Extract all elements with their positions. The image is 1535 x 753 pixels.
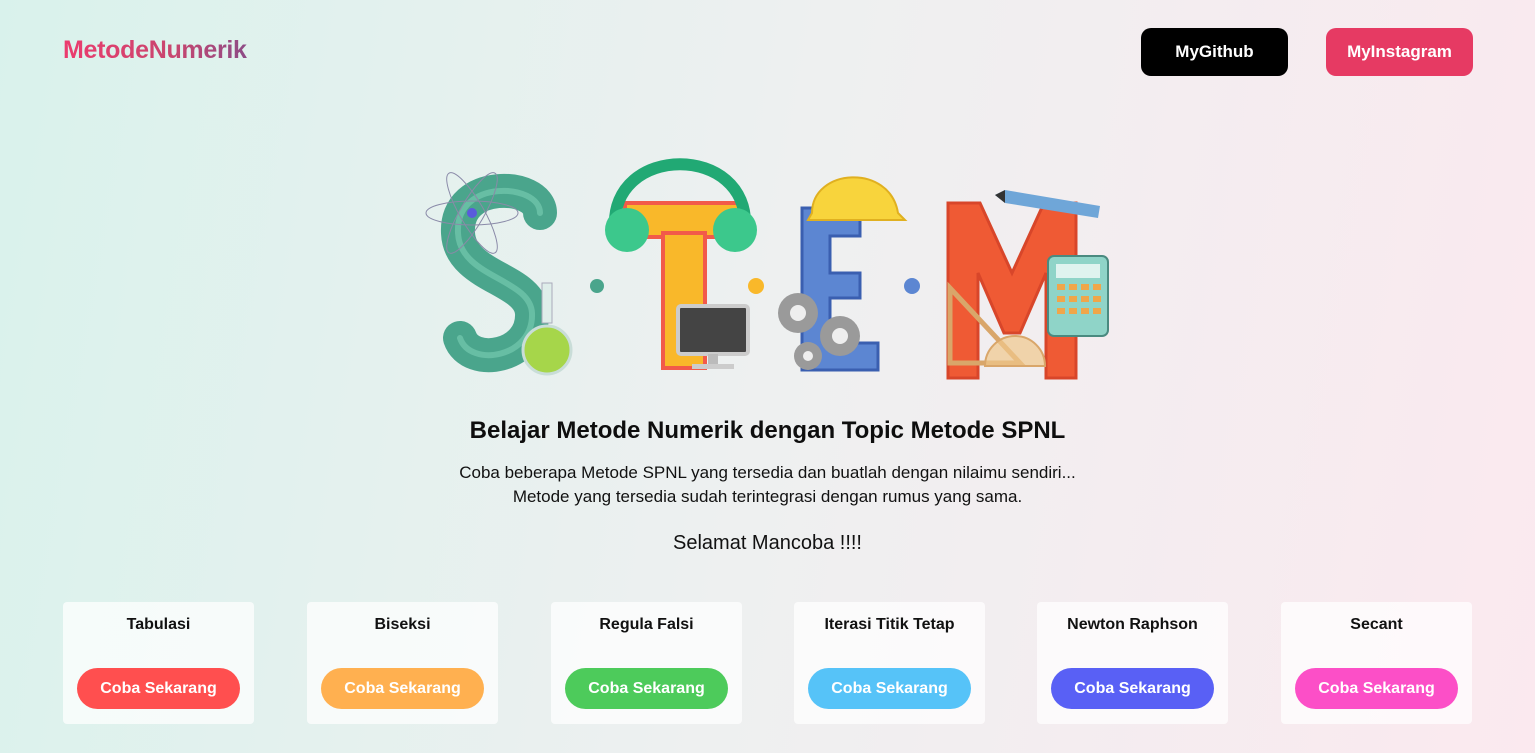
try-now-button-tabulasi[interactable]: Coba Sekarang — [77, 668, 240, 709]
dot-separator — [590, 279, 604, 293]
instagram-button[interactable]: MyInstagram — [1326, 28, 1473, 76]
letter-e-illustration — [778, 176, 908, 372]
card-title: Newton Raphson — [1067, 616, 1198, 633]
method-card-biseksi: Biseksi Coba Sekarang — [307, 602, 498, 724]
letter-s-illustration — [425, 172, 573, 376]
method-card-tabulasi: Tabulasi Coba Sekarang — [63, 602, 254, 724]
letter-t-illustration — [605, 158, 757, 370]
dot-separator — [748, 278, 764, 294]
method-card-regula-falsi: Regula Falsi Coba Sekarang — [551, 602, 742, 724]
method-card-iterasi-titik-tetap: Iterasi Titik Tetap Coba Sekarang — [794, 602, 985, 724]
method-card-secant: Secant Coba Sekarang — [1281, 602, 1472, 724]
hard-hat-icon — [806, 176, 908, 221]
card-title: Iterasi Titik Tetap — [824, 616, 955, 633]
try-now-button-newton-raphson[interactable]: Coba Sekarang — [1051, 668, 1214, 709]
try-now-button-biseksi[interactable]: Coba Sekarang — [321, 668, 484, 709]
card-title: Secant — [1350, 616, 1403, 633]
dot-separator — [904, 278, 920, 294]
stem-illustration — [425, 158, 1109, 380]
card-title: Regula Falsi — [599, 616, 694, 633]
github-button[interactable]: MyGithub — [1141, 28, 1288, 76]
site-logo[interactable]: MetodeNumerik — [63, 36, 247, 65]
try-now-button-secant[interactable]: Coba Sekarang — [1295, 668, 1458, 709]
card-title: Biseksi — [374, 616, 431, 633]
calculator-icon — [1047, 255, 1109, 337]
greeting-text: Selamat Mancoba !!!! — [673, 532, 862, 554]
try-now-button-iterasi-titik-tetap[interactable]: Coba Sekarang — [808, 668, 971, 709]
method-card-newton-raphson: Newton Raphson Coba Sekarang — [1037, 602, 1228, 724]
try-now-button-regula-falsi[interactable]: Coba Sekarang — [565, 668, 728, 709]
letter-m-illustration — [946, 190, 1109, 380]
card-title: Tabulasi — [126, 616, 191, 633]
subtitle-line-1: Coba beberapa Metode SPNL yang tersedia … — [459, 463, 1076, 482]
page-title: Belajar Metode Numerik dengan Topic Meto… — [469, 417, 1066, 444]
subtitle-line-2: Metode yang tersedia sudah terintegrasi … — [512, 487, 1023, 506]
